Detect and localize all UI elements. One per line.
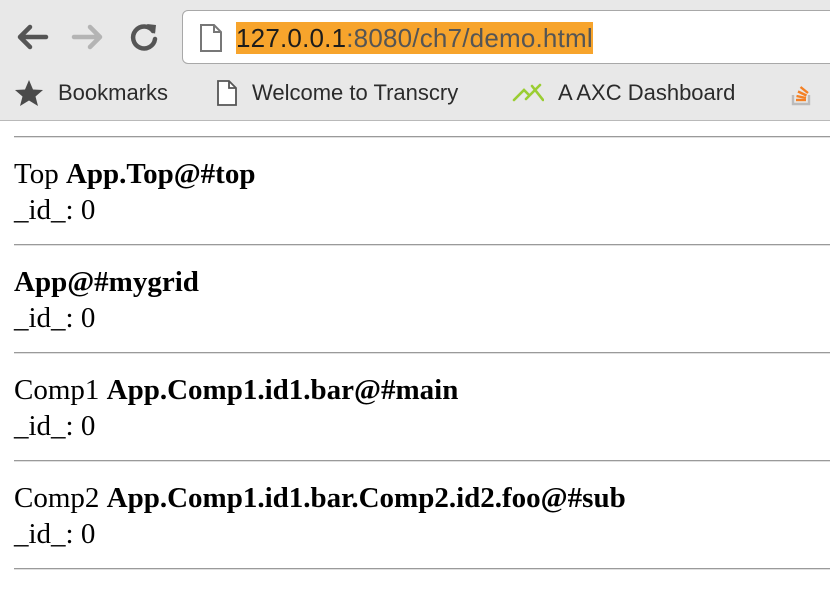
url-path: :8080/ch7/demo.html: [346, 23, 593, 53]
arrow-right-icon: [71, 24, 103, 50]
back-button[interactable]: [12, 14, 52, 60]
page-icon: [216, 79, 238, 107]
bookmark-stackoverflow[interactable]: [790, 72, 830, 114]
component-id: _id_: 0: [14, 302, 96, 334]
forward-button[interactable]: [68, 14, 108, 60]
bookmark-label: Welcome to Transcry: [252, 80, 459, 105]
bookmark-bookmarks[interactable]: Bookmarks: [14, 72, 168, 114]
axc-logo-icon: [512, 83, 544, 103]
component-path: App.Top@#top: [65, 158, 256, 190]
bookmark-welcome[interactable]: Welcome to Transcry: [216, 72, 482, 114]
divider: [14, 244, 830, 246]
arrow-left-icon: [17, 24, 49, 50]
component-id: _id_: 0: [14, 410, 96, 442]
reload-icon: [130, 24, 158, 51]
divider: [14, 136, 830, 138]
reload-button[interactable]: [124, 14, 164, 60]
component-grid: App@#mygrid _id_: 0: [14, 264, 199, 336]
component-id: _id_: 0: [14, 518, 96, 550]
component-id: _id_: 0: [14, 194, 96, 226]
component-name: Top: [14, 158, 59, 190]
url-host: 127.0.0.1: [236, 23, 347, 53]
browser-toolbar: 127.0.0.1:8080/ch7/demo.html Bookmarks W…: [0, 0, 830, 121]
component-name: Comp2: [14, 482, 100, 514]
component-top: Top App.Top@#top _id_: 0: [14, 156, 255, 228]
component-name: Comp1: [14, 374, 100, 406]
url-text[interactable]: 127.0.0.1:8080/ch7/demo.html: [236, 22, 593, 54]
bookmark-label: Bookmarks: [58, 80, 169, 105]
bookmarks-bar: Bookmarks Welcome to Transcry A AXC Dash…: [0, 72, 830, 114]
address-bar[interactable]: 127.0.0.1:8080/ch7/demo.html: [182, 10, 830, 64]
component-comp2: Comp2 App.Comp1.id1.bar.Comp2.id2.foo@#s…: [14, 480, 626, 552]
divider: [14, 352, 830, 354]
component-path: App@#mygrid: [14, 266, 199, 298]
divider: [14, 568, 830, 570]
star-icon: [14, 79, 44, 107]
stackoverflow-icon: [790, 79, 814, 107]
page-icon: [200, 24, 222, 52]
bookmark-axc-dashboard[interactable]: A AXC Dashboard: [512, 72, 735, 114]
divider: [14, 460, 830, 462]
component-path: App.Comp1.id1.bar.Comp2.id2.foo@#sub: [106, 482, 626, 514]
bookmark-label: A AXC Dashboard: [558, 80, 736, 105]
component-comp1: Comp1 App.Comp1.id1.bar@#main _id_: 0: [14, 372, 458, 444]
component-path: App.Comp1.id1.bar@#main: [106, 374, 459, 406]
